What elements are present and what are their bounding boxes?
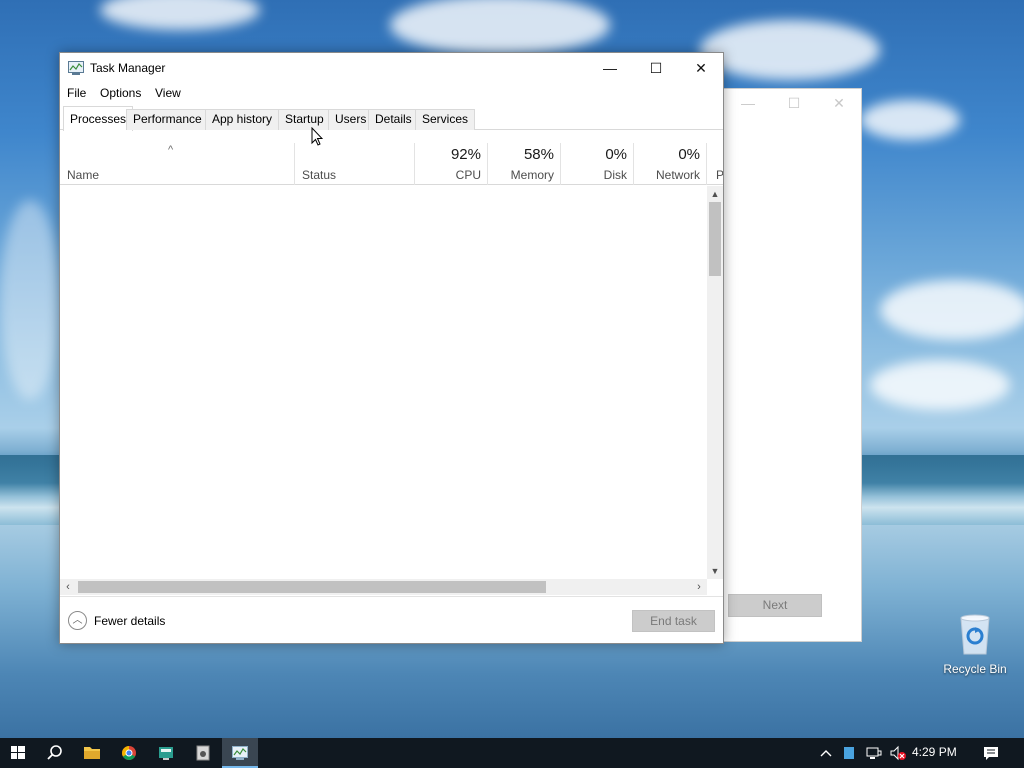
- task-manager-icon: [68, 61, 84, 75]
- cloud: [860, 100, 960, 140]
- window-title: Task Manager: [90, 61, 166, 75]
- tab-bar: Processes Performance App history Startu…: [60, 106, 723, 131]
- column-network-label: Network: [655, 168, 700, 182]
- column-status[interactable]: Status: [295, 143, 415, 185]
- sort-arrow-icon: ^: [168, 144, 174, 156]
- column-memory-label: Memory: [510, 168, 554, 182]
- end-task-button[interactable]: End task: [632, 610, 715, 632]
- tab-services[interactable]: Services: [415, 109, 476, 130]
- minimize-button[interactable]: —: [587, 53, 633, 83]
- scroll-right-icon[interactable]: ›: [691, 579, 707, 595]
- action-center-icon[interactable]: [983, 745, 999, 761]
- chrome-icon: [122, 746, 136, 760]
- column-header: ^ Name Status 92% CPU 58% Memory 0% Disk…: [60, 143, 723, 185]
- maximize-icon[interactable]: ☐: [784, 95, 804, 111]
- cloud: [390, 0, 610, 55]
- recycle-bin[interactable]: Recycle Bin: [940, 612, 1010, 676]
- close-icon[interactable]: ✕: [829, 95, 849, 111]
- tray-app-icon[interactable]: [843, 745, 855, 761]
- menu-options[interactable]: Options: [100, 86, 141, 100]
- start-icon: [11, 746, 25, 759]
- memory-percent: 58%: [523, 146, 554, 163]
- cloud: [880, 280, 1024, 340]
- volume-muted-icon[interactable]: [889, 745, 907, 761]
- column-name[interactable]: ^ Name: [60, 143, 295, 185]
- recycle-bin-icon: [955, 612, 995, 656]
- column-network[interactable]: 0% Network: [634, 143, 707, 185]
- chevron-up-icon[interactable]: [820, 745, 832, 761]
- chevron-up-icon: ︿: [68, 611, 87, 630]
- column-name-label: Name: [67, 168, 100, 182]
- column-power[interactable]: P: [707, 143, 723, 185]
- tab-performance[interactable]: Performance: [126, 109, 209, 130]
- mouse-cursor-icon: [311, 127, 323, 146]
- network-percent: 0%: [678, 146, 700, 163]
- tab-details[interactable]: Details: [368, 109, 419, 130]
- chrome-button[interactable]: [111, 738, 147, 768]
- recycle-bin-label: Recycle Bin: [943, 662, 1007, 676]
- horizontal-scroll-thumb[interactable]: [78, 581, 546, 593]
- cloud: [700, 20, 880, 80]
- horizontal-scrollbar[interactable]: ‹ ›: [60, 579, 707, 595]
- clock[interactable]: 4:29 PM: [912, 745, 957, 759]
- fewer-details-label: Fewer details: [94, 614, 166, 628]
- cloud: [870, 360, 1010, 410]
- search-icon: [47, 745, 62, 760]
- file-explorer-button[interactable]: [74, 738, 110, 768]
- scroll-left-icon[interactable]: ‹: [60, 579, 76, 595]
- tab-processes[interactable]: Processes: [63, 106, 134, 131]
- process-list[interactable]: [60, 186, 707, 579]
- vertical-scroll-thumb[interactable]: [709, 202, 721, 276]
- column-disk-label: Disk: [603, 168, 627, 182]
- search-button[interactable]: [37, 738, 73, 768]
- next-button[interactable]: Next: [728, 594, 822, 617]
- maximize-button[interactable]: ☐: [633, 53, 679, 83]
- start-button[interactable]: [0, 738, 36, 768]
- task-manager-window[interactable]: Task Manager — ☐ ✕ File Options View Pro…: [59, 52, 724, 644]
- network-icon[interactable]: [866, 745, 882, 761]
- tab-users[interactable]: Users: [328, 109, 374, 130]
- disk-percent: 0%: [605, 146, 627, 163]
- column-cpu[interactable]: 92% CPU: [415, 143, 488, 185]
- title-bar[interactable]: Task Manager — ☐ ✕: [60, 53, 723, 83]
- menu-bar: File Options View: [60, 83, 723, 103]
- close-button[interactable]: ✕: [678, 53, 724, 83]
- cloud: [0, 200, 60, 400]
- footer: ︿ Fewer details End task: [60, 596, 723, 643]
- column-cpu-label: CPU: [455, 168, 481, 182]
- cpu-percent: 92%: [450, 146, 481, 163]
- scroll-down-icon[interactable]: ▼: [707, 563, 723, 579]
- app-button[interactable]: [148, 738, 184, 768]
- task-manager-taskbar-button[interactable]: [222, 738, 258, 768]
- column-disk[interactable]: 0% Disk: [561, 143, 634, 185]
- file-explorer-icon: [84, 747, 100, 759]
- menu-file[interactable]: File: [67, 86, 86, 100]
- app-icon: [159, 747, 173, 760]
- menu-view[interactable]: View: [155, 86, 181, 100]
- column-power-label: P: [716, 168, 723, 182]
- scroll-up-icon[interactable]: ▲: [707, 186, 723, 202]
- column-memory[interactable]: 58% Memory: [488, 143, 561, 185]
- taskbar: 4:29 PM: [0, 738, 1024, 768]
- setup-icon: [196, 745, 210, 761]
- column-status-label: Status: [302, 168, 337, 182]
- task-manager-icon: [232, 746, 248, 760]
- setup-window[interactable]: — ☐ ✕ Next: [705, 88, 862, 642]
- vertical-scrollbar[interactable]: ▲ ▼: [707, 186, 723, 579]
- cloud: [100, 0, 260, 30]
- setup-button[interactable]: [185, 738, 221, 768]
- tab-app-history[interactable]: App history: [205, 109, 280, 130]
- minimize-icon[interactable]: —: [738, 95, 758, 111]
